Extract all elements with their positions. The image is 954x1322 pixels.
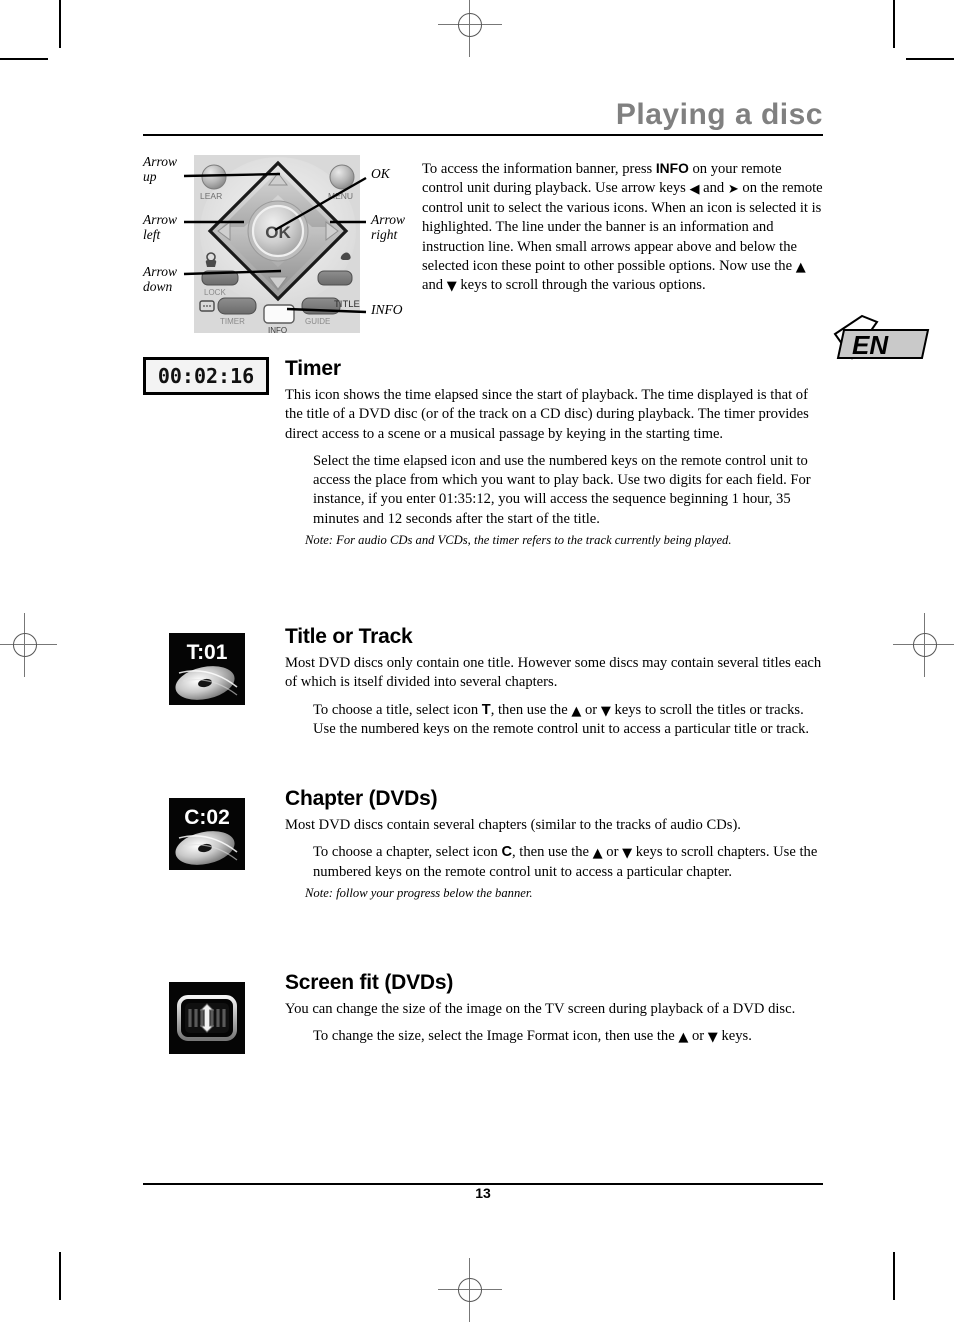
registration-mark-bottom: [438, 1258, 502, 1322]
page-number: 13: [475, 1185, 491, 1201]
arrow-up-icon: ▲: [571, 703, 582, 719]
screen-fit-icon: [169, 982, 245, 1054]
chapter-note: Note: follow your progress below the ban…: [305, 885, 533, 900]
header-rule: [143, 134, 823, 136]
title-track-paragraph: Most DVD discs only contain one title. H…: [285, 655, 822, 691]
crop-mark-bottom-right-v: [893, 1252, 895, 1300]
intro-text-5: and: [422, 277, 447, 294]
timer-paragraph: This icon shows the time elapsed since t…: [285, 387, 809, 442]
tt-key: T: [481, 701, 491, 718]
clear-key-label: LEAR: [200, 191, 222, 201]
title-track-body: Title or Track Most DVD discs only conta…: [285, 625, 823, 743]
intro-paragraph: To access the information banner, press …: [422, 160, 826, 296]
sf-post: keys.: [717, 1028, 752, 1045]
timer-icon-readout: 00:02:16: [157, 364, 255, 388]
page-header: Playing a disc: [143, 100, 823, 136]
tt-mid: , then use the: [490, 701, 572, 718]
title-track-icon: T:01: [169, 633, 245, 705]
screen-fit-paragraph: You can change the size of the image on …: [285, 1001, 796, 1018]
chapter-icon-graphic: C:02: [169, 798, 245, 870]
language-badge: EN: [832, 312, 932, 374]
intro-text-3: and: [699, 180, 728, 197]
screen-fit-instruction: To change the size, select the Image For…: [285, 1027, 823, 1046]
en-badge-graphic: EN: [833, 314, 930, 360]
title-track-icon-graphic: T:01: [169, 633, 245, 705]
guide-key-label: GUIDE: [305, 317, 330, 326]
timer-heading: Timer: [285, 357, 341, 380]
remote-control-photo: OK LEAR MENU LOCK TIMER INFO GUIDE TITLE: [194, 155, 360, 333]
callout-info: INFO: [371, 302, 403, 317]
chapter-heading: Chapter (DVDs): [285, 787, 438, 810]
manual-page: Playing a disc OK LEAR MENU LOCK TIMER I…: [0, 0, 954, 1322]
tt-or: or: [581, 701, 601, 718]
registration-mark-left: [0, 613, 57, 677]
intro-text-1: To access the information banner, press: [422, 161, 656, 177]
menu-key-label: MENU: [328, 191, 353, 201]
crop-mark-bottom-left-v: [59, 1252, 61, 1300]
ch-mid: , then use the: [511, 844, 593, 861]
tt-pre: To choose a title, select icon: [313, 701, 482, 718]
arrow-up-icon: ▲: [678, 1030, 689, 1046]
registration-mark-top: [438, 0, 502, 57]
arrow-down-icon: ▼: [600, 703, 611, 719]
timer-icon: 00:02:16: [143, 357, 269, 395]
title-track-instruction: To choose a title, select icon T, then u…: [285, 701, 823, 740]
info-keyword: INFO: [655, 161, 689, 176]
chapter-instruction: To choose a chapter, select icon C, then…: [285, 843, 823, 882]
ch-or: or: [602, 844, 623, 861]
timer-key-label: TIMER: [220, 317, 245, 326]
timer-instruction: Select the time elapsed icon and use the…: [313, 452, 811, 527]
remote-control-illustration: OK LEAR MENU LOCK TIMER INFO GUIDE TITLE: [194, 155, 360, 333]
arrow-down-icon: ▼: [707, 1030, 718, 1046]
screen-fit-icon-graphic: [169, 982, 245, 1054]
callout-arrow-up: Arrow up: [143, 154, 178, 185]
section-timer: 00:02:16 Timer This icon shows the time …: [0, 0, 811, 547]
callout-arrow-down: Arrow down: [143, 264, 178, 295]
arrow-left-icon: ◀: [689, 182, 700, 198]
timer-note: Note: For audio CDs and VCDs, the timer …: [305, 532, 732, 547]
timer-body: Timer This icon shows the time elapsed s…: [285, 357, 823, 549]
callout-arrow-left: Arrow left: [143, 212, 178, 243]
chapter-icon: C:02: [169, 798, 245, 870]
crop-mark-top-right-v: [893, 0, 895, 48]
sf-or: or: [688, 1028, 708, 1045]
crop-mark-top-left-h: [0, 58, 48, 60]
title-track-icon-text: T:01: [187, 641, 228, 664]
crop-mark-top-right-h: [906, 58, 954, 60]
arrow-down-icon: ▼: [446, 279, 457, 295]
sf-pre: To change the size, select the Image For…: [313, 1028, 679, 1045]
intro-text-6: keys to scroll through the various optio…: [456, 277, 706, 294]
chapter-paragraph: Most DVD discs contain several chapters …: [285, 817, 741, 834]
arrow-down-icon: ▼: [622, 846, 633, 862]
registration-mark-right: [893, 613, 954, 677]
ok-button-label: OK: [265, 223, 291, 242]
title-key-label: TITLE: [334, 299, 360, 310]
screen-fit-heading: Screen fit (DVDs): [285, 971, 454, 994]
chapter-body: Chapter (DVDs) Most DVD discs contain se…: [285, 787, 823, 902]
title-track-heading: Title or Track: [285, 625, 413, 648]
ch-pre: To choose a chapter, select icon: [313, 844, 502, 861]
language-badge-text: EN: [852, 330, 889, 360]
arrow-up-icon: ▲: [795, 260, 806, 276]
chapter-icon-text: C:02: [184, 806, 230, 829]
lock-key-label: LOCK: [204, 288, 226, 297]
info-key-label: INFO: [268, 326, 287, 333]
page-title: Playing a disc: [615, 98, 823, 131]
screen-fit-body: Screen fit (DVDs) You can change the siz…: [285, 971, 823, 1051]
ch-key: C: [501, 844, 512, 861]
arrow-right-icon: ➤: [727, 182, 739, 198]
arrow-up-icon: ▲: [592, 846, 603, 862]
